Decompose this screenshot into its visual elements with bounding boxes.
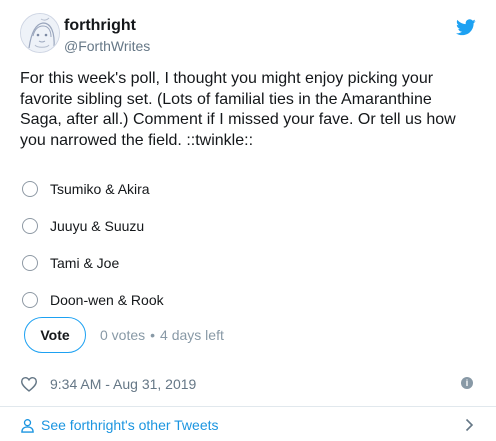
tweet-timestamp[interactable]: 9:34 AM - Aug 31, 2019 — [50, 376, 196, 392]
poll-option[interactable]: Tsumiko & Akira — [22, 170, 164, 207]
other-tweets-label: See forthright's other Tweets — [41, 417, 219, 433]
poll-options: Tsumiko & Akira Juuyu & Suuzu Tami & Joe… — [22, 170, 164, 318]
vote-button[interactable]: Vote — [24, 317, 86, 353]
person-icon — [21, 418, 34, 433]
divider — [0, 406, 496, 407]
poll-option-label: Tami & Joe — [50, 254, 120, 271]
author-handle[interactable]: @ForthWrites — [64, 38, 150, 54]
chevron-right-icon[interactable] — [465, 418, 474, 432]
poll-option-label: Doon-wen & Rook — [50, 291, 164, 308]
radio-button[interactable] — [22, 217, 38, 234]
separator-dot: • — [150, 327, 156, 343]
poll-option[interactable]: Juuyu & Suuzu — [22, 207, 164, 244]
twitter-bird-icon[interactable] — [456, 19, 476, 36]
poll-option-label: Tsumiko & Akira — [50, 180, 150, 197]
poll-status: 0 votes • 4 days left — [100, 327, 224, 343]
other-tweets-link[interactable]: See forthright's other Tweets — [20, 414, 476, 436]
poll-option-label: Juuyu & Suuzu — [50, 217, 145, 234]
time-left: 4 days left — [160, 327, 224, 343]
radio-button[interactable] — [22, 291, 38, 308]
tweet-text: For this week's poll, I thought you migh… — [20, 70, 456, 149]
radio-button[interactable] — [22, 254, 38, 271]
poll-option[interactable]: Tami & Joe — [22, 244, 164, 281]
radio-button[interactable] — [22, 180, 38, 197]
avatar[interactable] — [20, 13, 60, 53]
tweet-header: forthright @ForthWrites — [20, 13, 476, 61]
avatar-illustration — [21, 14, 59, 52]
tweet-card: forthright @ForthWrites For this week's … — [0, 0, 496, 441]
info-icon[interactable]: i — [461, 377, 473, 389]
vote-count: 0 votes — [100, 327, 146, 343]
heart-icon[interactable] — [20, 376, 38, 392]
author-name[interactable]: forthright — [64, 17, 136, 35]
poll-vote-row: Vote 0 votes • 4 days left — [24, 317, 224, 353]
poll-option[interactable]: Doon-wen & Rook — [22, 281, 164, 318]
tweet-meta: 9:34 AM - Aug 31, 2019 i — [20, 374, 476, 394]
